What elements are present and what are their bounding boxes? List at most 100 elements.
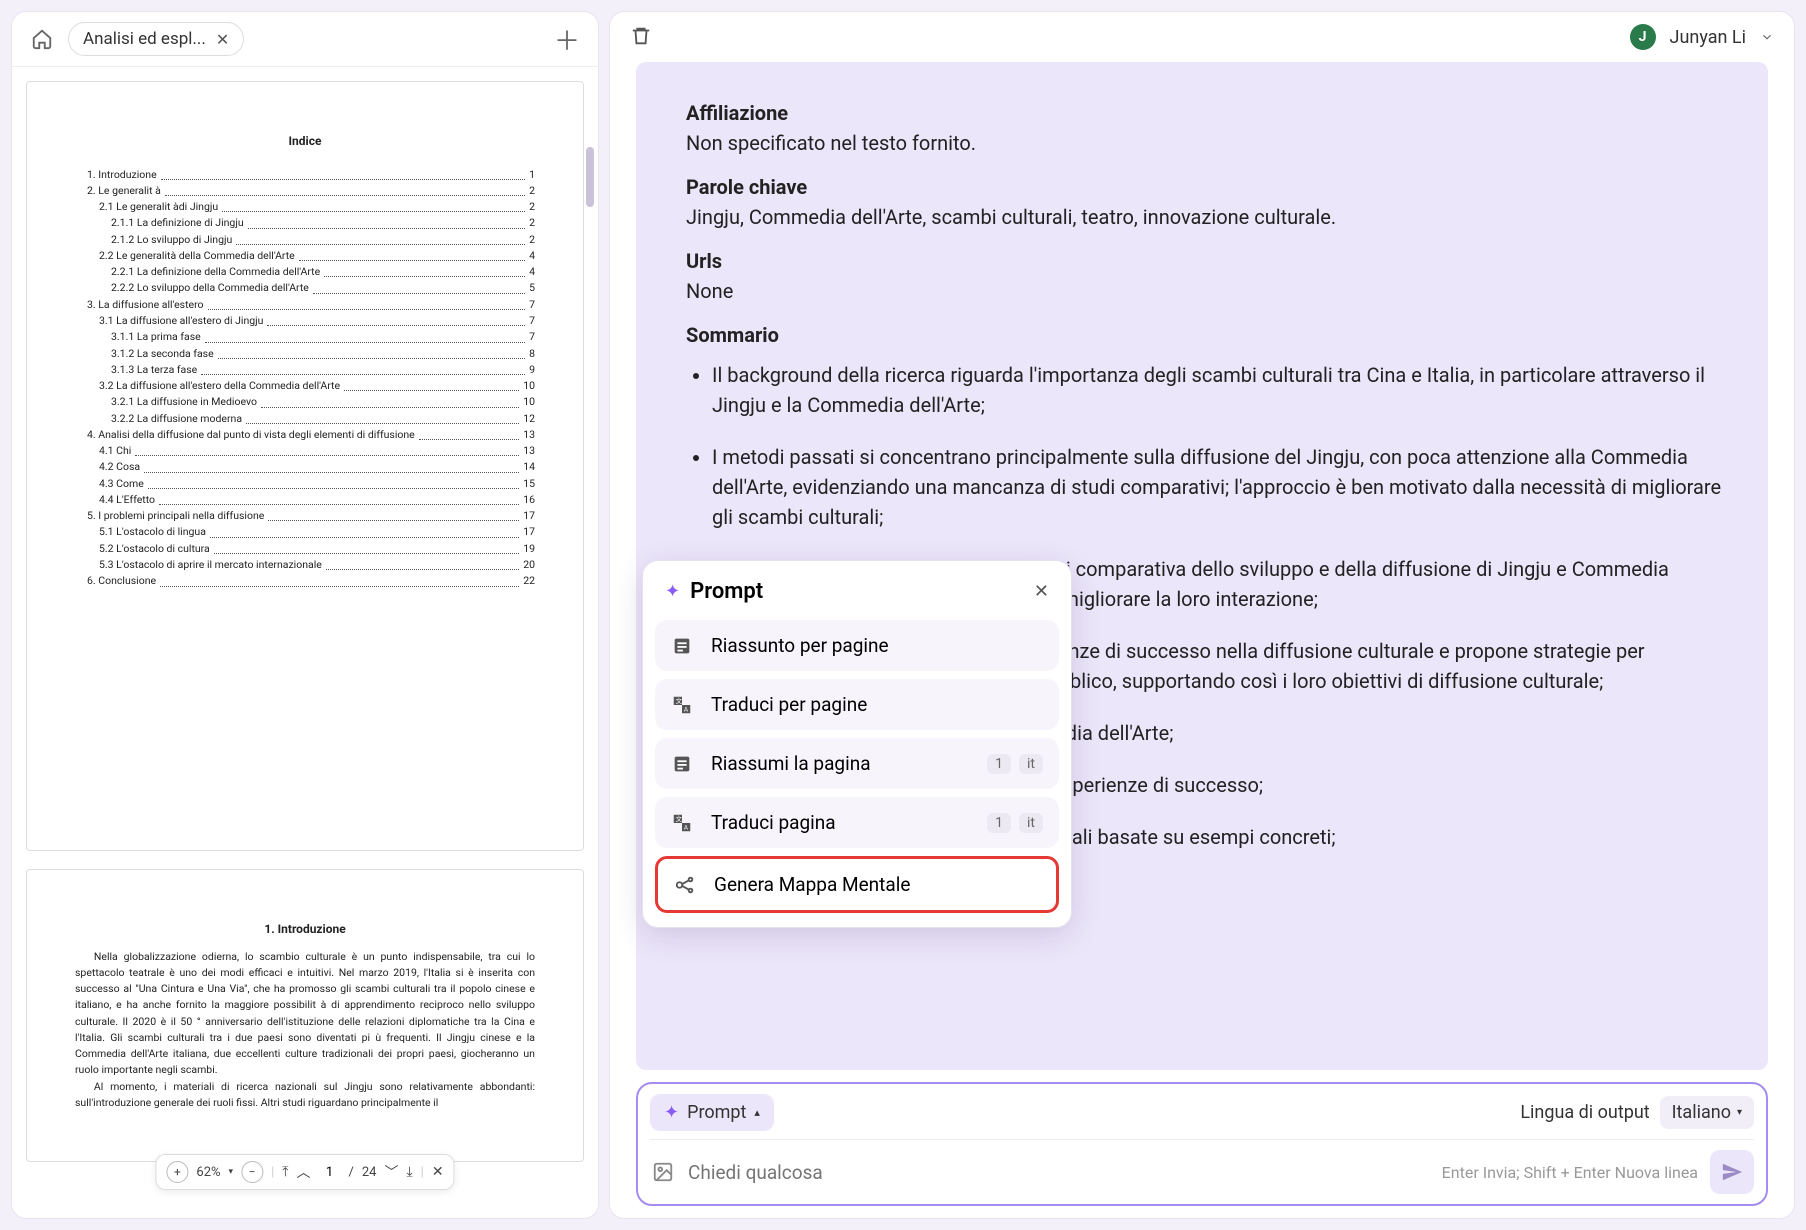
prev-page-button[interactable]: ︿ (296, 1162, 310, 1182)
toc-dots (248, 215, 525, 228)
toc-label: 3.1 La diffusione all'estero di Jingju (99, 313, 263, 329)
summary-icon (671, 753, 695, 775)
toc-label: 3.2.1 La diffusione in Medioevo (111, 394, 257, 410)
toc-row: 2.2 Le generalità della Commedia dell'Ar… (99, 248, 535, 264)
toc-dots (419, 427, 519, 440)
send-button[interactable] (1710, 1150, 1754, 1194)
badge: 1 (987, 754, 1011, 774)
toc-dots (268, 508, 519, 521)
prompt-chip[interactable]: ✦ Prompt ▴ (650, 1094, 774, 1131)
toc-row: 5.2 L'ostacolo di cultura19 (99, 541, 535, 557)
last-page-button[interactable]: ⤓ (406, 1164, 412, 1180)
user-name: Junyan Li (1670, 27, 1746, 48)
toc-row: 2.1 Le generalit àdi Jingju2 (99, 199, 535, 215)
chat-input-toolbar: ✦ Prompt ▴ Lingua di output Italiano ▾ (650, 1094, 1754, 1131)
toc-page: 1 (529, 167, 535, 183)
toc-label: 4.1 Chi (99, 443, 131, 459)
prompt-option[interactable]: 文ATraduci pagina1it (655, 797, 1059, 848)
zoom-out-button[interactable]: − (241, 1161, 263, 1183)
summary-heading: Sommario (686, 320, 1736, 350)
next-page-button[interactable]: ﹀ (384, 1162, 398, 1182)
output-language-label: Lingua di output (1520, 1102, 1649, 1123)
toc-page: 7 (529, 313, 535, 329)
scrollbar[interactable] (586, 147, 594, 207)
close-popover-button[interactable]: ✕ (1034, 581, 1049, 602)
pdf-toolbar: + 62% ▾ − | ⤒ ︿ / 24 ﹀ ⤓ | ✕ (155, 1154, 454, 1190)
chevron-down-icon: ▾ (1737, 1107, 1742, 1118)
prompt-option-label: Genera Mappa Mentale (714, 873, 910, 896)
add-tab-button[interactable]: ＋ (550, 22, 584, 56)
toc-label: 5.2 L'ostacolo di cultura (99, 541, 210, 557)
tab-label: Analisi ed espl... (83, 29, 206, 49)
option-badges: 1it (987, 813, 1043, 833)
prompt-option[interactable]: Genera Mappa Mentale (655, 856, 1059, 913)
user-menu-dropdown[interactable] (1760, 30, 1774, 44)
chat-input[interactable] (688, 1161, 1430, 1184)
prompt-option[interactable]: Riassumi la pagina1it (655, 738, 1059, 789)
toc-page: 13 (523, 427, 535, 443)
output-language: Lingua di output Italiano ▾ (1520, 1096, 1754, 1129)
delete-button[interactable] (630, 25, 654, 49)
separator: | (271, 1165, 274, 1180)
toc-dots (214, 541, 519, 554)
toc-page: 12 (523, 411, 535, 427)
toc-label: 2.2.2 Lo sviluppo della Commedia dell'Ar… (111, 280, 309, 296)
prompt-chip-label: Prompt (687, 1102, 746, 1123)
toc-page: 14 (523, 459, 535, 475)
toc-label: 2.2.1 La definizione della Commedia dell… (111, 264, 320, 280)
result-sections: AffiliazioneNon specificato nel testo fo… (686, 98, 1736, 306)
zoom-dropdown-icon[interactable]: ▾ (229, 1167, 234, 1177)
toc-row: 4.2 Cosa14 (99, 459, 535, 475)
prompt-option[interactable]: Riassunto per pagine (655, 620, 1059, 671)
toc-page: 7 (529, 297, 535, 313)
chat-input-area: ✦ Prompt ▴ Lingua di output Italiano ▾ (636, 1082, 1768, 1206)
attach-image-button[interactable] (650, 1159, 676, 1185)
toc-page: 7 (529, 329, 535, 345)
toc-dots (261, 394, 519, 407)
document-page: 1. Introduzione Nella globalizzazione od… (26, 869, 584, 1162)
home-button[interactable] (26, 23, 58, 55)
toc-dots (161, 167, 525, 180)
section-value: Non specificato nel testo fornito. (686, 128, 1736, 158)
sparkle-icon: ✦ (664, 1102, 679, 1123)
toc-list: 1. Introduzione12. Le generalit à22.1 Le… (75, 167, 535, 590)
toc-dots (313, 280, 525, 293)
popover-header: ✦ Prompt ✕ (655, 575, 1059, 612)
toc-label: 6. Conclusione (87, 573, 156, 589)
toc-page: 8 (529, 346, 535, 362)
toc-label: 3.2.2 La diffusione moderna (111, 411, 242, 427)
zoom-level: 62% (196, 1165, 220, 1180)
language-selector[interactable]: Italiano ▾ (1660, 1096, 1754, 1129)
toc-row: 3.2 La diffusione all'estero della Comme… (99, 378, 535, 394)
close-tab-icon[interactable]: ✕ (216, 30, 229, 49)
toc-row: 3.1.2 La seconda fase8 (111, 346, 535, 362)
toc-dots (210, 524, 519, 537)
summary-bullet: I metodi passati si concentrano principa… (712, 442, 1736, 532)
summary-icon (671, 635, 695, 657)
toc-dots (208, 297, 526, 310)
toc-row: 5.3 L'ostacolo di aprire il mercato inte… (99, 557, 535, 573)
toc-row: 1. Introduzione1 (87, 167, 535, 183)
user-avatar[interactable]: J (1630, 24, 1656, 50)
toc-row: 2.2.2 Lo sviluppo della Commedia dell'Ar… (111, 280, 535, 296)
toc-label: 3.2 La diffusione all'estero della Comme… (99, 378, 340, 394)
toc-dots (246, 411, 519, 424)
zoom-in-button[interactable]: + (166, 1161, 188, 1183)
intro-paragraph: Nella globalizzazione odierna, lo scambi… (75, 949, 535, 1079)
toc-dots (218, 346, 525, 359)
chat-input-row: Enter Invia; Shift + Enter Nuova linea (650, 1139, 1754, 1194)
section-title: Parole chiave (686, 172, 1736, 202)
page-separator: / (348, 1165, 353, 1180)
toc-page: 17 (523, 524, 535, 540)
toc-row: 2.1.2 Lo sviluppo di Jingju2 (111, 232, 535, 248)
document-tab[interactable]: Analisi ed espl... ✕ (68, 22, 244, 56)
first-page-button[interactable]: ⤒ (282, 1164, 288, 1180)
close-toolbar-button[interactable]: ✕ (432, 1164, 444, 1180)
toc-row: 6. Conclusione22 (87, 573, 535, 589)
toc-row: 3.2.2 La diffusione moderna 12 (111, 411, 535, 427)
toc-dots (236, 232, 525, 245)
mindmap-icon (674, 874, 698, 896)
document-viewport[interactable]: Indice 1. Introduzione12. Le generalit à… (12, 67, 598, 1218)
page-input[interactable] (318, 1165, 340, 1180)
prompt-option[interactable]: 文ATraduci per pagine (655, 679, 1059, 730)
